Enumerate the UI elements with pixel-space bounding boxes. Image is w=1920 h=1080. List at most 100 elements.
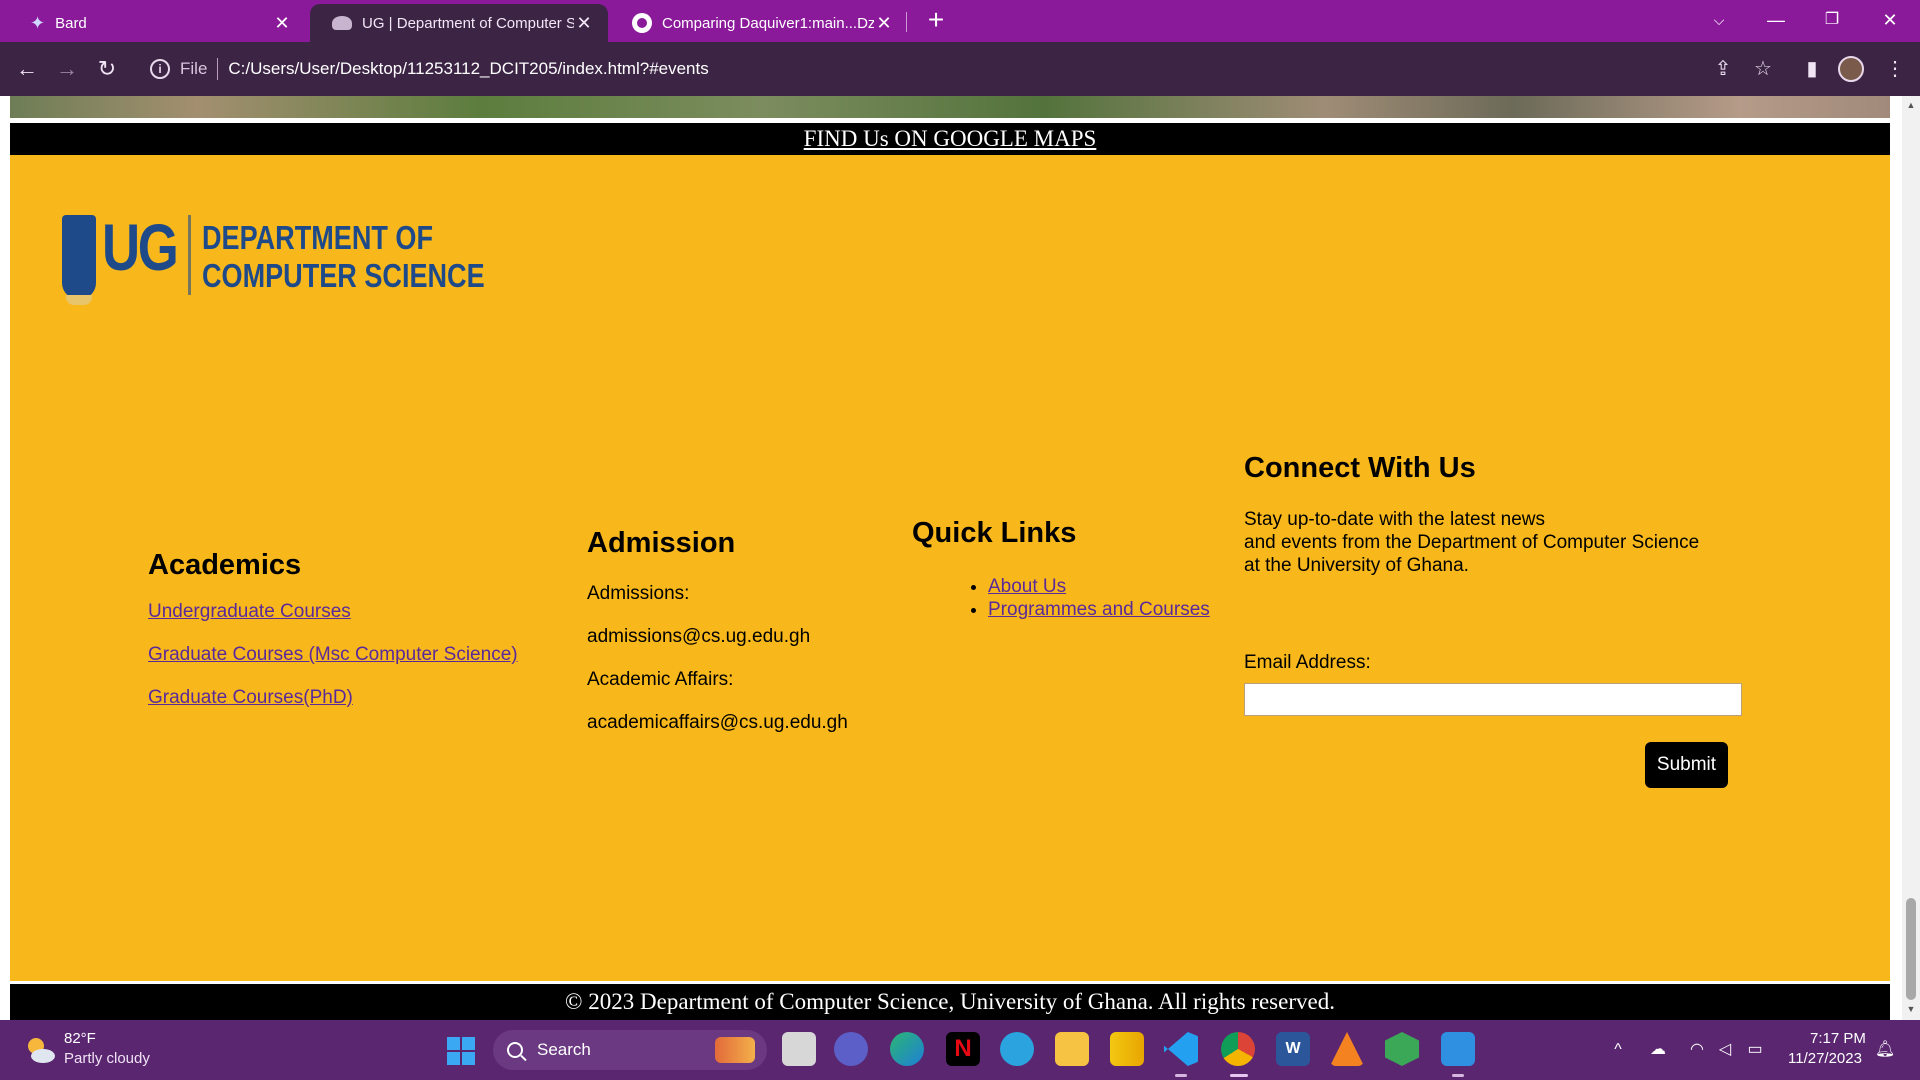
weather-temperature[interactable]: 82°F bbox=[64, 1030, 96, 1047]
close-tab-icon[interactable]: ✕ bbox=[874, 14, 894, 32]
weather-partly-cloudy-icon[interactable] bbox=[22, 1032, 58, 1068]
onedrive-icon[interactable]: ☁ bbox=[1647, 1040, 1669, 1060]
photos-icon[interactable] bbox=[1441, 1032, 1475, 1066]
tray-chevron-icon[interactable]: ^ bbox=[1607, 1040, 1629, 1060]
bookmark-star-icon[interactable]: ☆ bbox=[1748, 54, 1778, 84]
scroll-up-icon[interactable]: ▲ bbox=[1906, 100, 1916, 110]
logo-divider bbox=[188, 215, 191, 295]
windows-start-icon[interactable] bbox=[447, 1037, 475, 1065]
share-icon[interactable]: ⇪ bbox=[1708, 54, 1738, 84]
volume-icon[interactable]: ◁ bbox=[1714, 1040, 1736, 1060]
academic-affairs-email: academicaffairs@cs.ug.edu.gh bbox=[587, 712, 848, 733]
reload-icon[interactable]: ↻ bbox=[90, 52, 124, 86]
word-icon[interactable]: W bbox=[1276, 1032, 1310, 1066]
running-indicator bbox=[1175, 1074, 1187, 1077]
active-indicator bbox=[1230, 1074, 1248, 1077]
running-indicator bbox=[1452, 1074, 1464, 1077]
about-us-link[interactable]: About Us bbox=[988, 576, 1066, 597]
search-highlight-icon bbox=[715, 1037, 755, 1063]
close-tab-icon[interactable]: ✕ bbox=[272, 14, 292, 32]
scheme-label: File bbox=[180, 59, 208, 78]
edge-icon[interactable] bbox=[890, 1032, 924, 1066]
nodejs-icon[interactable] bbox=[1385, 1032, 1419, 1066]
power-bi-icon[interactable] bbox=[1110, 1032, 1144, 1066]
vscode-icon[interactable] bbox=[1164, 1032, 1198, 1066]
logo-department-text: DEPARTMENT OF COMPUTER SCIENCE bbox=[202, 219, 485, 295]
vlc-icon[interactable] bbox=[1330, 1032, 1364, 1066]
site-info-icon[interactable]: i bbox=[150, 59, 170, 79]
teams-chat-icon[interactable] bbox=[834, 1032, 868, 1066]
github-icon bbox=[632, 13, 652, 33]
copyright-bar: © 2023 Department of Computer Science, U… bbox=[10, 984, 1890, 1020]
task-view-icon[interactable] bbox=[782, 1032, 816, 1066]
clock-date[interactable]: 11/27/2023 bbox=[1788, 1050, 1862, 1067]
connect-desc-line: and events from the Department of Comput… bbox=[1244, 532, 1700, 553]
side-panel-icon[interactable]: ▮ bbox=[1797, 54, 1827, 84]
close-tab-icon[interactable]: ✕ bbox=[574, 14, 594, 32]
url-text[interactable]: C:/Users/User/Desktop/11253112_DCIT205/i… bbox=[228, 59, 708, 79]
logo-ug-text: UG bbox=[102, 210, 179, 284]
tab-title: Comparing Daquiver1:main...Dzi bbox=[662, 14, 874, 32]
undergraduate-courses-link[interactable]: Undergraduate Courses bbox=[148, 601, 351, 623]
wifi-icon[interactable]: ◠ bbox=[1686, 1040, 1708, 1060]
tab-ug-department[interactable]: UG | Department of Computer S ✕ bbox=[310, 4, 608, 42]
ug-crest-icon bbox=[62, 215, 96, 305]
tab-bard[interactable]: ✦ Bard ✕ bbox=[8, 4, 306, 42]
taskbar-search[interactable]: Search bbox=[493, 1030, 767, 1070]
submit-button[interactable]: Submit bbox=[1645, 742, 1728, 788]
footer: UG DEPARTMENT OF COMPUTER SCIENCE Academ… bbox=[10, 155, 1890, 981]
notification-bell-icon[interactable]: 🔔︎ bbox=[1874, 1040, 1896, 1060]
department-logo[interactable]: UG DEPARTMENT OF COMPUTER SCIENCE bbox=[62, 210, 485, 313]
page-scrollbar[interactable]: ▲ ▼ bbox=[1902, 96, 1920, 1020]
tab-strip: ✦ Bard ✕ UG | Department of Computer S ✕… bbox=[0, 0, 1920, 42]
back-icon[interactable]: ← bbox=[10, 52, 44, 86]
battery-icon[interactable]: ▭ bbox=[1744, 1040, 1766, 1060]
address-bar[interactable]: i File C:/Users/User/Desktop/11253112_DC… bbox=[136, 50, 1776, 88]
scroll-down-icon[interactable]: ▼ bbox=[1906, 1004, 1916, 1014]
connect-desc-line: Stay up-to-date with the latest news bbox=[1244, 509, 1545, 530]
browser-toolbar: ← → ↻ i File C:/Users/User/Desktop/11253… bbox=[0, 42, 1920, 96]
academics-heading: Academics bbox=[148, 549, 302, 581]
forward-icon[interactable]: → bbox=[50, 52, 84, 86]
academic-affairs-label: Academic Affairs: bbox=[587, 669, 734, 690]
bard-icon: ✦ bbox=[30, 12, 46, 33]
list-item: Programmes and Courses bbox=[988, 598, 1210, 621]
clock-time[interactable]: 7:17 PM bbox=[1810, 1030, 1866, 1047]
tab-title: Bard bbox=[55, 14, 87, 32]
email-label: Email Address: bbox=[1244, 652, 1371, 673]
minimize-icon[interactable]: — bbox=[1756, 4, 1796, 36]
admissions-email: admissions@cs.ug.edu.gh bbox=[587, 626, 811, 647]
google-maps-link[interactable]: FIND Us ON GOOGLE MAPS bbox=[804, 126, 1097, 151]
new-tab-button[interactable]: + bbox=[921, 6, 951, 36]
tab-search-chevron-icon[interactable]: ⌵ bbox=[1699, 4, 1739, 36]
maps-bar: FIND Us ON GOOGLE MAPS bbox=[10, 123, 1890, 155]
profile-avatar[interactable] bbox=[1838, 56, 1864, 82]
chrome-icon[interactable] bbox=[1221, 1032, 1255, 1066]
restore-icon[interactable]: ❐ bbox=[1812, 4, 1852, 36]
connect-description: Stay up-to-date with the latest news and… bbox=[1244, 508, 1699, 577]
telegram-icon[interactable] bbox=[1000, 1032, 1034, 1066]
graduate-msc-link[interactable]: Graduate Courses (Msc Computer Science) bbox=[148, 644, 518, 666]
tab-separator bbox=[906, 12, 907, 32]
search-icon bbox=[507, 1042, 523, 1058]
tab-title: UG | Department of Computer S bbox=[362, 14, 574, 32]
programmes-courses-link[interactable]: Programmes and Courses bbox=[988, 599, 1210, 620]
connect-desc-line: at the University of Ghana. bbox=[1244, 555, 1469, 576]
menu-kebab-icon[interactable]: ⋮ bbox=[1880, 54, 1910, 84]
quick-links-list: About Us Programmes and Courses bbox=[960, 575, 1210, 621]
netflix-icon[interactable]: N bbox=[946, 1032, 980, 1066]
admissions-label: Admissions: bbox=[587, 583, 690, 604]
close-window-icon[interactable]: ✕ bbox=[1870, 4, 1910, 36]
scroll-thumb[interactable] bbox=[1906, 898, 1916, 1000]
logo-line-1: DEPARTMENT OF bbox=[202, 219, 434, 256]
page-viewport: FIND Us ON GOOGLE MAPS UG DEPARTMENT OF … bbox=[0, 96, 1920, 1020]
email-field[interactable] bbox=[1244, 683, 1742, 716]
taskbar: 82°F Partly cloudy Search N W ^ ☁ ◠ ◁ ▭ … bbox=[0, 1020, 1920, 1080]
logo-line-2: COMPUTER SCIENCE bbox=[202, 257, 485, 294]
graduate-phd-link[interactable]: Graduate Courses(PhD) bbox=[148, 687, 353, 709]
file-explorer-icon[interactable] bbox=[1055, 1032, 1089, 1066]
weather-description[interactable]: Partly cloudy bbox=[64, 1050, 150, 1067]
connect-heading: Connect With Us bbox=[1244, 452, 1476, 484]
tab-github-compare[interactable]: Comparing Daquiver1:main...Dzi ✕ bbox=[610, 4, 908, 42]
search-label: Search bbox=[537, 1040, 591, 1059]
